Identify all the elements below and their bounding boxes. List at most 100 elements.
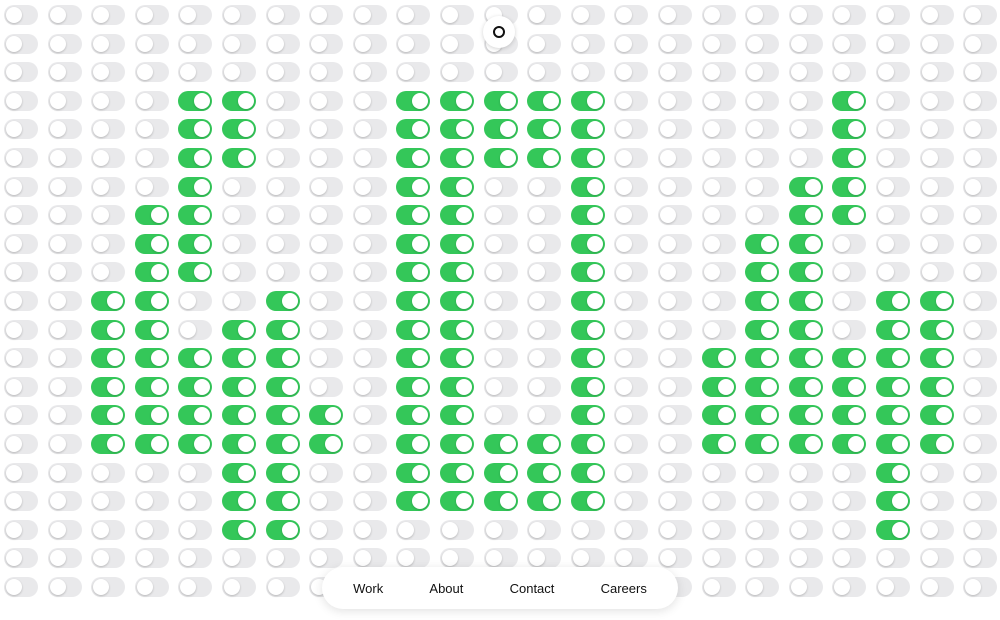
toggle-switch-on[interactable] xyxy=(396,177,430,197)
toggle-switch-off[interactable] xyxy=(91,205,125,225)
toggle-switch-off[interactable] xyxy=(222,548,256,568)
toggle-switch-off[interactable] xyxy=(876,34,910,54)
toggle-switch-off[interactable] xyxy=(702,148,736,168)
toggle-switch-off[interactable] xyxy=(702,520,736,540)
toggle-switch-off[interactable] xyxy=(222,291,256,311)
toggle-switch-on[interactable] xyxy=(135,405,169,425)
toggle-switch-on[interactable] xyxy=(222,377,256,397)
toggle-switch-on[interactable] xyxy=(745,348,779,368)
toggle-switch-off[interactable] xyxy=(48,491,82,511)
toggle-switch-off[interactable] xyxy=(963,5,997,25)
toggle-switch-off[interactable] xyxy=(266,91,300,111)
toggle-switch-on[interactable] xyxy=(789,291,823,311)
toggle-switch-off[interactable] xyxy=(266,148,300,168)
toggle-switch-off[interactable] xyxy=(135,177,169,197)
toggle-switch-off[interactable] xyxy=(309,5,343,25)
toggle-switch-off[interactable] xyxy=(963,91,997,111)
toggle-switch-off[interactable] xyxy=(658,320,692,340)
toggle-switch-off[interactable] xyxy=(353,148,387,168)
toggle-switch-on[interactable] xyxy=(832,119,866,139)
toggle-switch-on[interactable] xyxy=(222,491,256,511)
toggle-switch-off[interactable] xyxy=(484,205,518,225)
toggle-switch-off[interactable] xyxy=(963,405,997,425)
toggle-switch-on[interactable] xyxy=(789,320,823,340)
toggle-switch-off[interactable] xyxy=(614,205,648,225)
toggle-switch-on[interactable] xyxy=(222,119,256,139)
toggle-switch-off[interactable] xyxy=(309,234,343,254)
toggle-switch-off[interactable] xyxy=(832,463,866,483)
toggle-switch-off[interactable] xyxy=(527,291,561,311)
toggle-switch-on[interactable] xyxy=(571,119,605,139)
toggle-switch-off[interactable] xyxy=(832,262,866,282)
toggle-switch-off[interactable] xyxy=(745,91,779,111)
toggle-switch-off[interactable] xyxy=(440,62,474,82)
toggle-switch-off[interactable] xyxy=(91,234,125,254)
toggle-switch-on[interactable] xyxy=(440,262,474,282)
toggle-switch-off[interactable] xyxy=(484,320,518,340)
toggle-switch-off[interactable] xyxy=(789,62,823,82)
toggle-switch-off[interactable] xyxy=(789,491,823,511)
toggle-switch-off[interactable] xyxy=(658,205,692,225)
toggle-switch-on[interactable] xyxy=(222,148,256,168)
toggle-switch-on[interactable] xyxy=(484,463,518,483)
toggle-switch-off[interactable] xyxy=(48,119,82,139)
toggle-switch-off[interactable] xyxy=(484,177,518,197)
toggle-switch-off[interactable] xyxy=(396,520,430,540)
toggle-switch-off[interactable] xyxy=(178,34,212,54)
toggle-switch-off[interactable] xyxy=(745,148,779,168)
toggle-switch-off[interactable] xyxy=(571,548,605,568)
toggle-switch-off[interactable] xyxy=(4,205,38,225)
toggle-switch-off[interactable] xyxy=(658,262,692,282)
toggle-switch-on[interactable] xyxy=(920,348,954,368)
toggle-switch-off[interactable] xyxy=(266,262,300,282)
toggle-switch-off[interactable] xyxy=(266,548,300,568)
toggle-switch-off[interactable] xyxy=(745,34,779,54)
toggle-switch-off[interactable] xyxy=(745,205,779,225)
toggle-switch-off[interactable] xyxy=(527,262,561,282)
toggle-switch-off[interactable] xyxy=(527,348,561,368)
toggle-switch-on[interactable] xyxy=(135,262,169,282)
toggle-switch-on[interactable] xyxy=(789,405,823,425)
toggle-switch-off[interactable] xyxy=(396,34,430,54)
toggle-switch-off[interactable] xyxy=(48,405,82,425)
toggle-switch-on[interactable] xyxy=(178,234,212,254)
toggle-switch-off[interactable] xyxy=(963,262,997,282)
toggle-switch-on[interactable] xyxy=(178,177,212,197)
toggle-switch-off[interactable] xyxy=(658,463,692,483)
toggle-switch-off[interactable] xyxy=(222,234,256,254)
toggle-switch-off[interactable] xyxy=(876,177,910,197)
toggle-switch-on[interactable] xyxy=(396,320,430,340)
logo-button[interactable] xyxy=(483,16,515,48)
toggle-switch-off[interactable] xyxy=(832,62,866,82)
toggle-switch-off[interactable] xyxy=(4,548,38,568)
toggle-switch-on[interactable] xyxy=(178,91,212,111)
toggle-switch-off[interactable] xyxy=(745,577,779,597)
toggle-switch-off[interactable] xyxy=(91,119,125,139)
toggle-switch-off[interactable] xyxy=(789,577,823,597)
toggle-switch-on[interactable] xyxy=(266,348,300,368)
toggle-switch-off[interactable] xyxy=(353,520,387,540)
toggle-switch-on[interactable] xyxy=(440,119,474,139)
toggle-switch-off[interactable] xyxy=(920,234,954,254)
toggle-switch-on[interactable] xyxy=(527,148,561,168)
toggle-switch-off[interactable] xyxy=(91,463,125,483)
toggle-switch-off[interactable] xyxy=(309,548,343,568)
toggle-switch-on[interactable] xyxy=(222,520,256,540)
toggle-switch-off[interactable] xyxy=(658,491,692,511)
toggle-switch-off[interactable] xyxy=(745,177,779,197)
toggle-switch-off[interactable] xyxy=(832,234,866,254)
toggle-switch-off[interactable] xyxy=(702,234,736,254)
toggle-switch-off[interactable] xyxy=(789,148,823,168)
toggle-switch-off[interactable] xyxy=(571,520,605,540)
toggle-switch-on[interactable] xyxy=(91,434,125,454)
toggle-switch-off[interactable] xyxy=(48,234,82,254)
toggle-switch-off[interactable] xyxy=(789,520,823,540)
toggle-switch-off[interactable] xyxy=(266,234,300,254)
toggle-switch-off[interactable] xyxy=(4,348,38,368)
toggle-switch-off[interactable] xyxy=(4,91,38,111)
toggle-switch-off[interactable] xyxy=(571,62,605,82)
toggle-switch-off[interactable] xyxy=(309,491,343,511)
toggle-switch-off[interactable] xyxy=(876,577,910,597)
toggle-switch-off[interactable] xyxy=(571,5,605,25)
toggle-switch-on[interactable] xyxy=(91,291,125,311)
